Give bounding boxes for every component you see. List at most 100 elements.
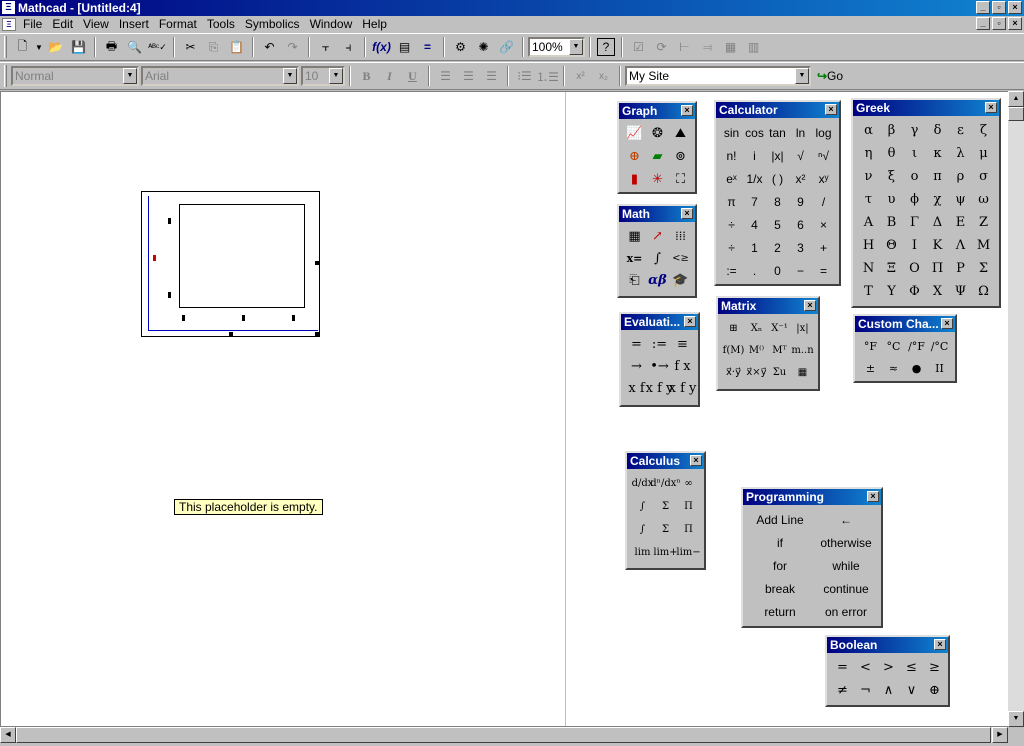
matrix-button-10[interactable]: Σu (768, 361, 791, 383)
programming-button-8[interactable]: return (747, 600, 813, 623)
calculate-icon[interactable]: = (416, 36, 439, 58)
greek-button-25[interactable]: Β (880, 211, 903, 234)
size-dropdown-icon[interactable]: ▼ (329, 68, 343, 84)
toolbar-grip[interactable] (4, 36, 7, 58)
calculus-button-10[interactable]: lim+ (653, 541, 677, 564)
greek-button-30[interactable]: Η (857, 234, 880, 257)
custom-char-button-1[interactable]: °C (882, 335, 905, 357)
hyperlink-icon[interactable]: 🔗 (495, 36, 518, 58)
align-center-icon[interactable]: ☰ (457, 65, 480, 87)
calculator-button-17[interactable]: 8 (766, 190, 789, 213)
matrix-button-3[interactable]: |x| (791, 317, 814, 339)
size-combo[interactable]: 10 ▼ (301, 66, 345, 86)
calculus-button-4[interactable]: Σ (654, 495, 677, 518)
programming-button-6[interactable]: break (747, 577, 813, 600)
calculator-button-30[interactable]: := (720, 259, 743, 282)
site-dropdown-icon[interactable]: ▼ (795, 68, 809, 84)
plot-area[interactable] (179, 204, 305, 308)
x-max-placeholder[interactable] (292, 315, 295, 321)
greek-button-8[interactable]: ι (903, 142, 926, 165)
line-icon[interactable]: ⊢ (673, 36, 696, 58)
refresh-icon[interactable]: ⟳ (650, 36, 673, 58)
menu-file[interactable]: File (18, 17, 47, 31)
calculator-button-12[interactable]: ( ) (766, 167, 789, 190)
calculus-toolbar-icon[interactable]: ∫ (646, 247, 669, 269)
close-icon[interactable]: × (985, 102, 997, 113)
calculus-button-9[interactable]: lim (631, 541, 654, 564)
greek-toolbar-icon[interactable]: αβ (646, 269, 669, 291)
matrix-button-11[interactable]: ▦ (791, 361, 814, 383)
3d-bar-icon[interactable]: ▮ (623, 168, 646, 191)
greek-button-40[interactable]: Ρ (949, 257, 972, 280)
calculator-button-22[interactable]: 5 (766, 213, 789, 236)
greek-button-32[interactable]: Ι (903, 234, 926, 257)
greek-button-28[interactable]: Ε (949, 211, 972, 234)
bold-button[interactable]: B (355, 65, 378, 87)
calculator-button-20[interactable]: ÷ (720, 213, 743, 236)
site-combo[interactable]: My Site ▼ (625, 66, 811, 86)
copy-icon[interactable]: ⎘ (202, 36, 225, 58)
insert-unit-icon[interactable]: ▤ (393, 36, 416, 58)
matrix-button-0[interactable]: ⊞ (722, 317, 745, 339)
calculator-button-25[interactable]: ÷ (720, 236, 743, 259)
boolean-button-1[interactable]: < (854, 656, 877, 679)
matrix-button-8[interactable]: x⃗·y⃗ (722, 361, 745, 383)
calculus-button-8[interactable]: Π (677, 518, 700, 541)
matrix-button-2[interactable]: X⁻¹ (768, 317, 791, 339)
menu-format[interactable]: Format (154, 17, 202, 31)
greek-button-16[interactable]: ρ (949, 165, 972, 188)
calculator-button-9[interactable]: ⁿ√ (812, 144, 835, 167)
superscript-icon[interactable]: x² (569, 65, 592, 87)
undo-icon[interactable]: ↶ (258, 36, 281, 58)
matrix-button-7[interactable]: m..n (791, 339, 814, 361)
calculator-button-13[interactable]: x² (789, 167, 812, 190)
resize-handle-right[interactable] (315, 261, 319, 265)
programming-button-9[interactable]: on error (813, 600, 879, 623)
calculator-button-2[interactable]: tan (766, 121, 789, 144)
greek-button-19[interactable]: υ (880, 188, 903, 211)
subscript-icon[interactable]: x₂ (592, 65, 615, 87)
greek-button-37[interactable]: Ξ (880, 257, 903, 280)
symbolic-toolbar-icon[interactable]: 🎓 (669, 269, 692, 291)
programming-button-1[interactable]: ← (813, 508, 879, 531)
greek-button-42[interactable]: Τ (857, 280, 880, 303)
xy-plot-icon[interactable]: 📈 (623, 122, 646, 145)
greek-button-47[interactable]: Ω (972, 280, 995, 303)
zoom-plot-icon[interactable]: ⛶ (669, 168, 692, 191)
calculator-button-32[interactable]: 0 (766, 259, 789, 282)
greek-button-29[interactable]: Ζ (972, 211, 995, 234)
redo-icon[interactable]: ↷ (281, 36, 304, 58)
palette-title[interactable]: Greek × (853, 100, 999, 116)
italic-button[interactable]: I (378, 65, 401, 87)
greek-button-35[interactable]: Μ (972, 234, 995, 257)
boolean-button-9[interactable]: ⊕ (923, 679, 946, 702)
boolean-button-3[interactable]: ≤ (900, 656, 923, 679)
greek-button-0[interactable]: α (857, 119, 880, 142)
calculator-button-8[interactable]: √ (789, 144, 812, 167)
greek-button-27[interactable]: Δ (926, 211, 949, 234)
evaluation-toolbar-icon[interactable]: x= (623, 247, 646, 269)
greek-button-15[interactable]: π (926, 165, 949, 188)
open-icon[interactable]: 📂 (44, 36, 67, 58)
calculator-button-28[interactable]: 3 (789, 236, 812, 259)
calculator-button-26[interactable]: 1 (743, 236, 766, 259)
calculus-button-3[interactable]: ∫ (631, 495, 654, 518)
help-icon[interactable]: ? (597, 38, 615, 56)
document-icon[interactable]: Ξ (2, 17, 16, 31)
menu-edit[interactable]: Edit (47, 17, 78, 31)
style-dropdown-icon[interactable]: ▼ (123, 68, 137, 84)
custom-char-button-0[interactable]: °F (859, 335, 882, 357)
calculator-button-1[interactable]: cos (743, 121, 766, 144)
spell-check-icon[interactable]: ᴬᴮᶜ✓ (146, 36, 169, 58)
calculator-button-14[interactable]: xʸ (812, 167, 835, 190)
define-button[interactable]: := (648, 333, 671, 355)
global-define-button[interactable]: ≡ (671, 333, 694, 355)
calculus-button-2[interactable]: ∞ (677, 472, 700, 495)
doc-minimize-button[interactable]: _ (976, 17, 990, 30)
greek-button-46[interactable]: Ψ (949, 280, 972, 303)
greek-button-5[interactable]: ζ (972, 119, 995, 142)
boolean-button-8[interactable]: ∨ (900, 679, 923, 702)
close-icon[interactable]: × (681, 105, 693, 116)
matrix-button-4[interactable]: f(M) (722, 339, 745, 361)
custom-char-button-7[interactable]: II (928, 357, 951, 379)
